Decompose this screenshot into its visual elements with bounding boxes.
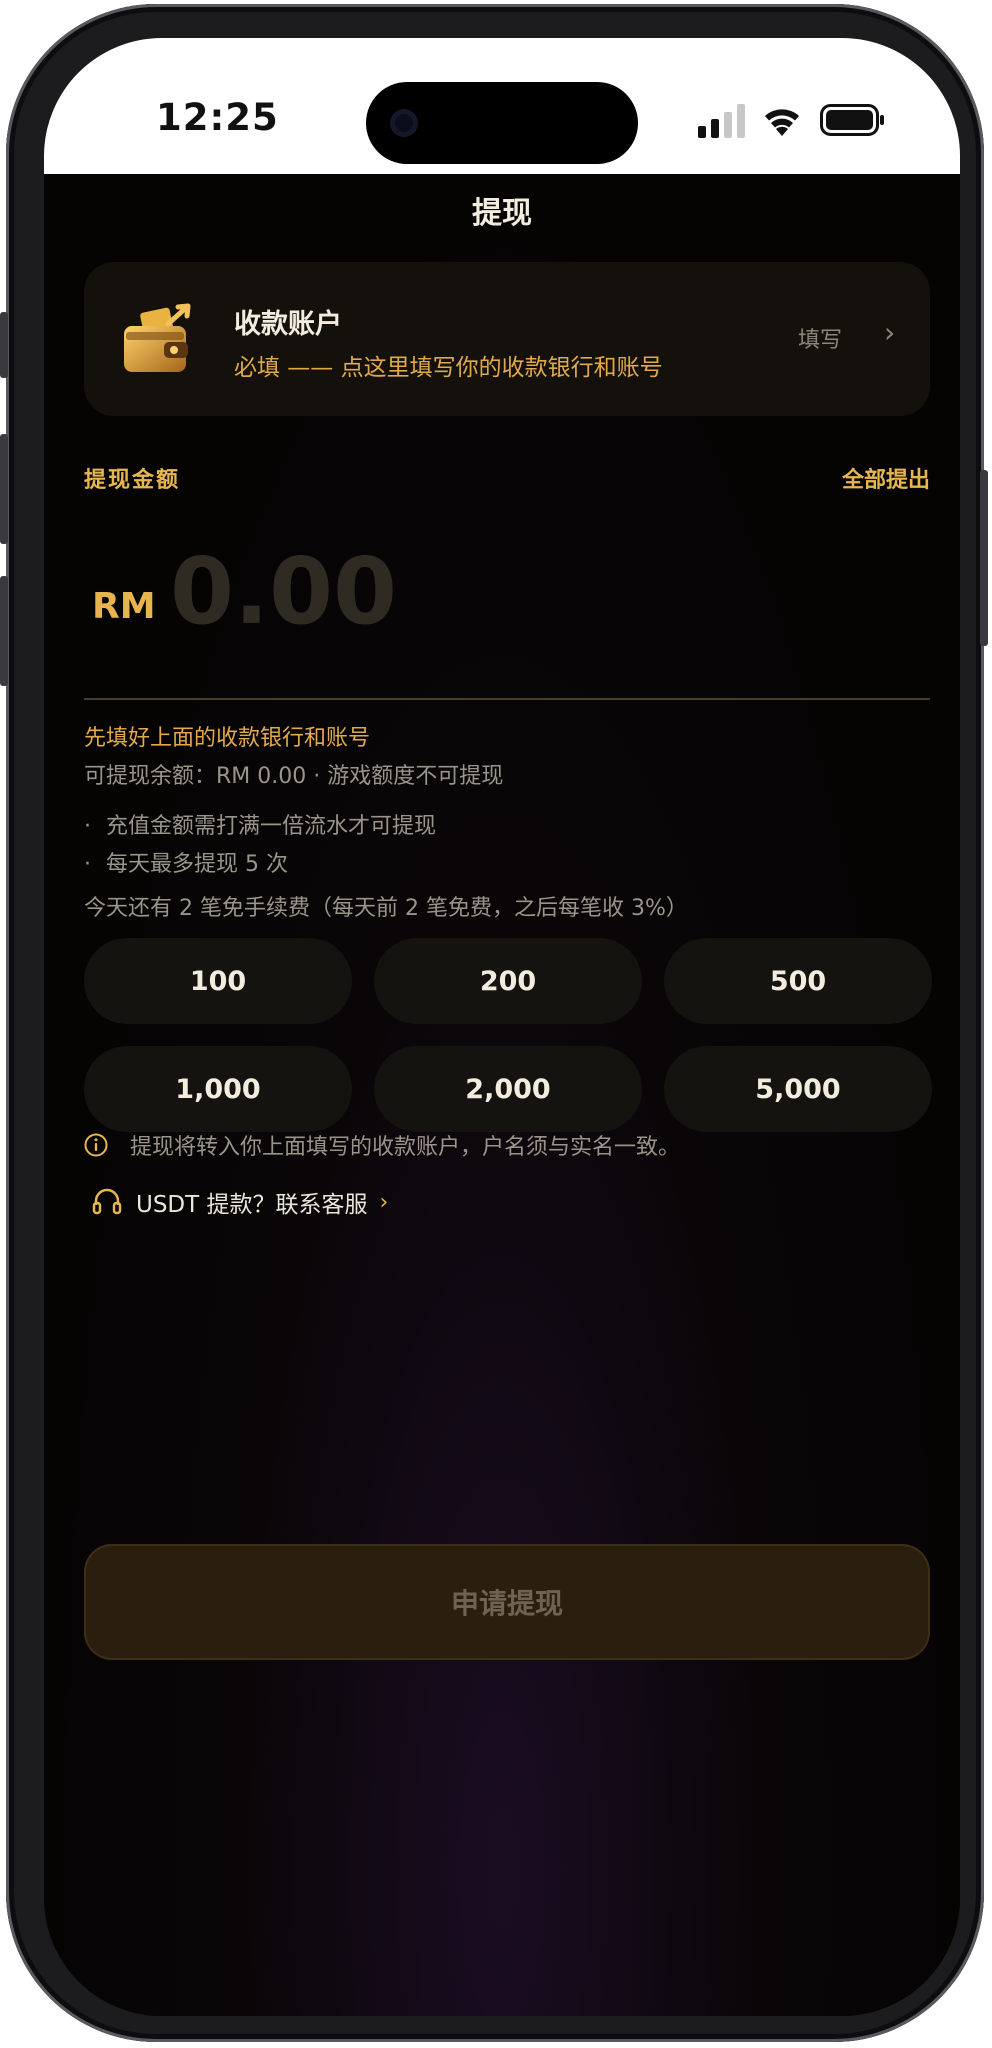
- withdraw-page: 提现 收款账户 必填 —— 点这里填写你的收款银行和账号 填写 › 提现金额 全…: [44, 174, 960, 2016]
- battery-icon: [820, 104, 884, 136]
- action-button: [0, 312, 8, 378]
- card-subtitle: 必填 —— 点这里填写你的收款银行和账号: [234, 355, 663, 381]
- chevron-right-icon: ›: [884, 316, 896, 349]
- balance-text: 可提现余额：RM 0.00 · 游戏额度不可提现: [84, 764, 504, 789]
- volume-down-button: [0, 576, 8, 686]
- bullet: ·: [84, 814, 91, 839]
- cellular-signal-icon: [698, 104, 745, 138]
- power-button: [980, 470, 988, 646]
- dynamic-island: [366, 82, 638, 164]
- rule-item: · 充值金额需打满一倍流水才可提现: [84, 808, 436, 840]
- info-icon: [84, 1133, 108, 1157]
- wallet-icon: [124, 303, 191, 372]
- headset-icon: [92, 1188, 122, 1215]
- camera-icon: [390, 109, 418, 137]
- account-warning-text: 先填好上面的收款银行和账号: [84, 726, 371, 751]
- quick-amount-chip[interactable]: 100: [84, 938, 352, 1024]
- quick-amount-chip[interactable]: 5,000: [664, 1046, 932, 1132]
- rule-text: 充值金额需打满一倍流水才可提现: [106, 814, 437, 839]
- payee-account-card[interactable]: 收款账户 必填 —— 点这里填写你的收款银行和账号 填写 ›: [84, 262, 930, 416]
- bullet: ·: [84, 852, 91, 877]
- currency-label: RM: [92, 586, 156, 627]
- screen: 12:25 提现 收款账户 必填 —— 点这里填写你的收款银行和账号 填写 › …: [44, 38, 960, 2016]
- fee-info-text: 今天还有 2 笔免手续费（每天前 2 笔免费，之后每笔收 3%）: [84, 896, 688, 921]
- contact-support-link[interactable]: USDT 提款？联系客服 ›: [92, 1185, 388, 1219]
- quick-amount-chip[interactable]: 200: [374, 938, 642, 1024]
- quick-amount-chip[interactable]: 500: [664, 938, 932, 1024]
- quick-amount-chip[interactable]: 1,000: [84, 1046, 352, 1132]
- card-title: 收款账户: [234, 309, 342, 340]
- status-time: 12:25: [156, 96, 279, 139]
- rule-text: 每天最多提现 5 次: [106, 852, 288, 877]
- withdraw-all-button[interactable]: 全部提出: [842, 462, 930, 494]
- volume-up-button: [0, 434, 8, 544]
- chevron-right-icon: ›: [379, 1189, 389, 1215]
- notice-text: 提现将转入你上面填写的收款账户，户名须与实名一致。: [130, 1135, 681, 1160]
- submit-withdraw-button[interactable]: 申请提现: [84, 1544, 930, 1660]
- wifi-icon: [765, 109, 799, 136]
- support-text: USDT 提款？联系客服: [136, 1192, 368, 1218]
- quick-amount-chip[interactable]: 2,000: [374, 1046, 642, 1132]
- status-bar: 12:25: [44, 38, 960, 174]
- amount-label: 提现金额: [84, 468, 181, 493]
- fill-in-link[interactable]: 填写: [798, 322, 842, 354]
- notice-row: 提现将转入你上面填写的收款账户，户名须与实名一致。: [84, 1129, 680, 1161]
- page-title: 提现: [472, 196, 532, 231]
- phone-frame: 12:25 提现 收款账户 必填 —— 点这里填写你的收款银行和账号 填写 › …: [0, 4, 988, 2042]
- rule-item: · 每天最多提现 5 次: [84, 846, 288, 878]
- amount-input[interactable]: [170, 526, 770, 656]
- divider: [84, 698, 930, 700]
